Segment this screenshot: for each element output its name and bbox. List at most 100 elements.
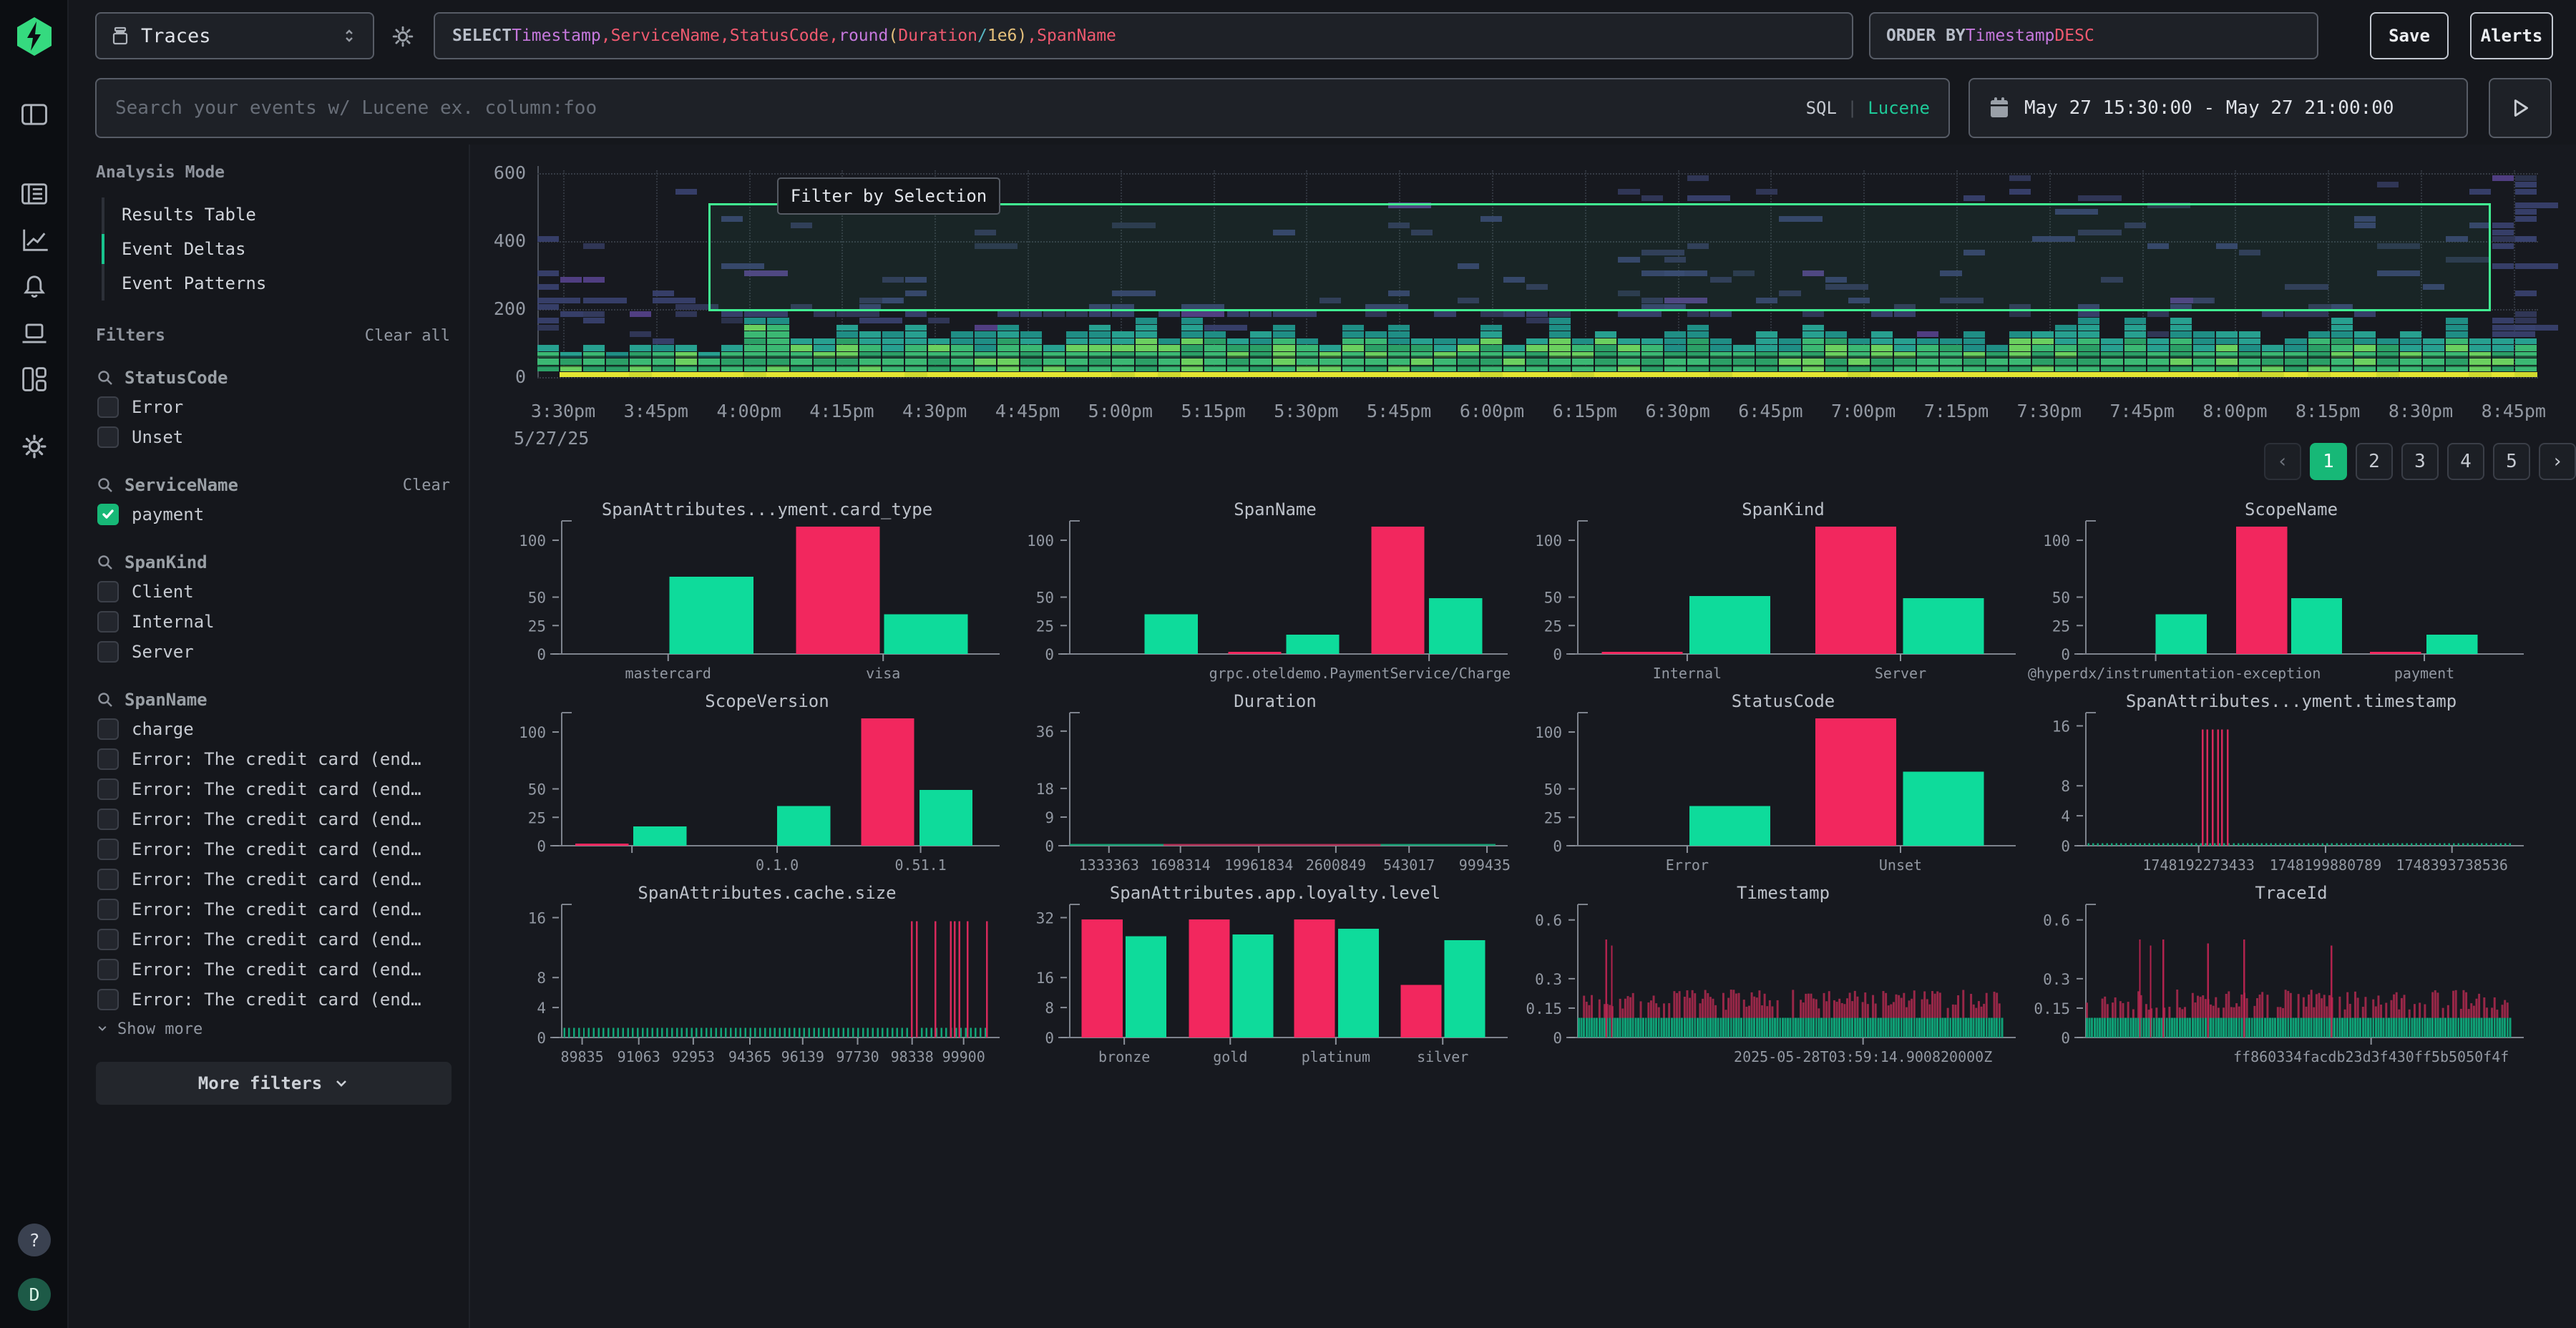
more-filters-button[interactable]: More filters	[96, 1062, 452, 1105]
filter-option[interactable]: payment	[96, 499, 450, 529]
filter-option[interactable]: Error: The credit card (end…	[96, 894, 450, 924]
chart-payment-timestamp[interactable]: SpanAttributes...yment.timestamp16840174…	[2025, 685, 2529, 874]
chart-selection[interactable]	[708, 203, 2491, 311]
checkbox[interactable]	[97, 778, 119, 800]
pagination-page-2[interactable]: 2	[2356, 443, 2393, 480]
clear-all-filters-link[interactable]: Clear all	[365, 327, 450, 345]
filter-option[interactable]: Error: The credit card (end…	[96, 924, 450, 954]
chart-span-kind[interactable]: SpanKind10050250InternalServer	[1517, 494, 2021, 683]
pagination-page-5[interactable]: 5	[2493, 443, 2530, 480]
chart-loyalty-level[interactable]: SpanAttributes.app.loyalty.level321680br…	[1009, 877, 1513, 1066]
chart-svg-duration[interactable]: Duration36189013333631698314199618342600…	[1009, 685, 1513, 874]
chart-svg-scope-name[interactable]: ScopeName10050250@hyperdx/instrumentatio…	[2025, 494, 2529, 683]
dashboard-icon[interactable]	[19, 363, 50, 395]
chart-trace-id[interactable]: TraceId0.60.30.150ff860334facdb23d3f430f…	[2025, 877, 2529, 1066]
chart-span-name[interactable]: SpanName10050250grpc.oteldemo.PaymentSer…	[1009, 494, 1513, 683]
filter-option[interactable]: Error: The credit card (end…	[96, 834, 450, 864]
chart-svg-card-type[interactable]: SpanAttributes...yment.card_type10050250…	[501, 494, 1005, 683]
chart-svg-span-kind[interactable]: SpanKind10050250InternalServer	[1517, 494, 2021, 683]
chart-card-type[interactable]: SpanAttributes...yment.card_type10050250…	[501, 494, 1005, 683]
checkbox[interactable]	[97, 989, 119, 1010]
bell-icon[interactable]	[19, 270, 50, 302]
filter-option[interactable]: Client	[96, 577, 450, 607]
checkbox[interactable]	[97, 718, 119, 740]
checkbox[interactable]	[97, 929, 119, 950]
chart-status-code[interactable]: StatusCode10050250ErrorUnset	[1517, 685, 2021, 874]
pagination-next[interactable]: ›	[2539, 443, 2576, 480]
logs-icon[interactable]	[19, 178, 50, 210]
checkbox[interactable]	[97, 899, 119, 920]
chart-duration[interactable]: Duration36189013333631698314199618342600…	[1009, 685, 1513, 874]
pagination-page-4[interactable]: 4	[2447, 443, 2484, 480]
sql-select-input[interactable]: SELECT Timestamp,ServiceName,StatusCode,…	[434, 12, 1853, 59]
filter-option[interactable]: Error: The credit card (end…	[96, 804, 450, 834]
source-select[interactable]: Traces	[95, 12, 374, 59]
filter-option[interactable]: Error: The credit card (end…	[96, 985, 450, 1015]
source-settings-gear-icon[interactable]	[389, 23, 416, 50]
checkbox[interactable]	[97, 641, 119, 663]
filter-option-label: Error: The credit card (end…	[132, 899, 421, 919]
query-language-toggle[interactable]: SQL | Lucene	[1806, 98, 1930, 118]
clear-filter-link[interactable]: Clear	[403, 477, 450, 494]
chart-events-histogram[interactable]: Filter by Selection	[537, 166, 2538, 377]
filter-option[interactable]: Error: The credit card (end…	[96, 864, 450, 894]
checkbox[interactable]	[97, 748, 119, 770]
hyperdx-logo[interactable]	[14, 16, 55, 57]
sql-token: StatusCode	[730, 26, 829, 45]
help-button[interactable]: ?	[18, 1224, 51, 1256]
mode-sql[interactable]: SQL	[1806, 98, 1837, 118]
filter-option[interactable]: Unset	[96, 422, 450, 452]
run-query-button[interactable]	[2489, 78, 2552, 138]
chart-icon[interactable]	[19, 224, 50, 255]
chart-scope-version[interactable]: ScopeVersion100502500.1.00.51.1	[501, 685, 1005, 874]
filter-option[interactable]: charge	[96, 714, 450, 744]
chart-svg-payment-timestamp[interactable]: SpanAttributes...yment.timestamp16840174…	[2025, 685, 2529, 874]
analysis-mode-item-event-patterns[interactable]: Event Patterns	[104, 266, 450, 301]
chart-svg-status-code[interactable]: StatusCode10050250ErrorUnset	[1517, 685, 2021, 874]
filter-option[interactable]: Error	[96, 392, 450, 422]
svg-text:0.15: 0.15	[2034, 1000, 2070, 1017]
chart-cache-size[interactable]: SpanAttributes.cache.size168408983591063…	[501, 877, 1005, 1066]
panel-left-icon[interactable]	[19, 99, 50, 130]
checkbox[interactable]	[97, 396, 119, 418]
chart-svg-scope-version[interactable]: ScopeVersion100502500.1.00.51.1	[501, 685, 1005, 874]
analysis-mode-item-event-deltas[interactable]: Event Deltas	[104, 232, 450, 266]
checkbox[interactable]	[97, 611, 119, 633]
checkbox-checked[interactable]	[97, 504, 119, 525]
checkbox[interactable]	[97, 581, 119, 602]
checkbox[interactable]	[97, 869, 119, 890]
filter-option[interactable]: Error: The credit card (end…	[96, 744, 450, 774]
search-input[interactable]: Search your events w/ Lucene ex. column:…	[95, 78, 1950, 138]
filter-option[interactable]: Error: The credit card (end…	[96, 774, 450, 804]
chart-svg-loyalty-level[interactable]: SpanAttributes.app.loyalty.level321680br…	[1009, 877, 1513, 1066]
user-avatar[interactable]: D	[18, 1278, 51, 1311]
x-tick-label: 8:30pm	[2371, 401, 2471, 421]
pagination-page-3[interactable]: 3	[2401, 443, 2439, 480]
pagination-page-1[interactable]: 1	[2310, 443, 2347, 480]
checkbox[interactable]	[97, 809, 119, 830]
order-by-input[interactable]: ORDER BY Timestamp DESC	[1869, 12, 2318, 59]
checkbox[interactable]	[97, 426, 119, 448]
chart-scope-name[interactable]: ScopeName10050250@hyperdx/instrumentatio…	[2025, 494, 2529, 683]
analysis-mode-item-results-table[interactable]: Results Table	[104, 197, 450, 232]
svg-text:0: 0	[1045, 646, 1054, 663]
filter-option[interactable]: Internal	[96, 607, 450, 637]
chart-svg-timestamp[interactable]: Timestamp0.60.30.1502025-05-28T03:59:14.…	[1517, 877, 2021, 1066]
save-button[interactable]: Save	[2370, 12, 2449, 59]
checkbox[interactable]	[97, 959, 119, 980]
settings-gear-icon[interactable]	[19, 431, 50, 462]
show-more-link[interactable]: Show more	[96, 1015, 450, 1043]
chart-svg-cache-size[interactable]: SpanAttributes.cache.size168408983591063…	[501, 877, 1005, 1066]
chart-svg-span-name[interactable]: SpanName10050250grpc.oteldemo.PaymentSer…	[1009, 494, 1513, 683]
filter-option[interactable]: Error: The credit card (end…	[96, 954, 450, 985]
alerts-button[interactable]: Alerts	[2470, 12, 2553, 59]
mode-lucene[interactable]: Lucene	[1868, 98, 1930, 118]
chart-timestamp[interactable]: Timestamp0.60.30.1502025-05-28T03:59:14.…	[1517, 877, 2021, 1066]
filter-by-selection-tooltip[interactable]: Filter by Selection	[777, 177, 1000, 215]
chart-svg-trace-id[interactable]: TraceId0.60.30.150ff860334facdb23d3f430f…	[2025, 877, 2529, 1066]
filter-option[interactable]: Server	[96, 637, 450, 667]
date-range-picker[interactable]: May 27 15:30:00 - May 27 21:00:00	[1968, 78, 2468, 138]
pagination-prev[interactable]: ‹	[2264, 443, 2301, 480]
checkbox[interactable]	[97, 839, 119, 860]
laptop-icon[interactable]	[19, 318, 50, 349]
